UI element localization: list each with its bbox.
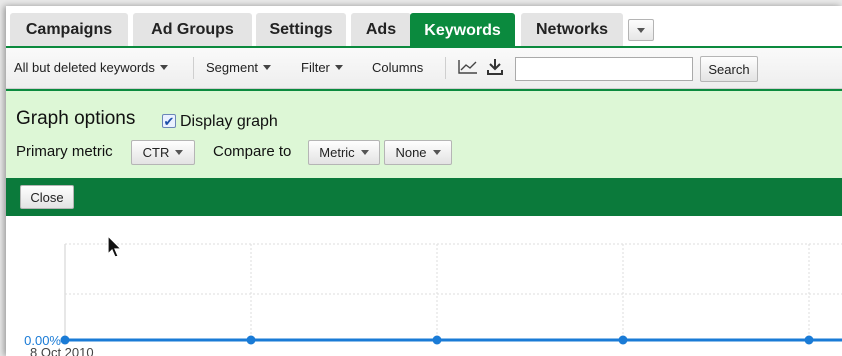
primary-metric-select[interactable]: CTR <box>131 140 195 165</box>
chevron-down-icon <box>637 27 645 33</box>
columns-button[interactable]: Columns <box>372 60 423 75</box>
chevron-down-icon <box>334 65 343 70</box>
data-point <box>246 335 256 345</box>
line-graph-icon[interactable] <box>457 58 479 76</box>
tab-label: Ad Groups <box>151 20 234 38</box>
divider <box>445 57 446 79</box>
chevron-down-icon <box>432 150 441 155</box>
divider <box>193 57 194 79</box>
tab-settings[interactable]: Settings <box>256 13 346 46</box>
download-icon[interactable] <box>486 58 504 76</box>
tab-label: Campaigns <box>25 20 113 38</box>
tab-networks[interactable]: Networks <box>521 13 623 46</box>
search-button[interactable]: Search <box>700 56 758 82</box>
tab-ads[interactable]: Ads <box>351 13 411 46</box>
segment-dropdown[interactable]: Segment <box>206 60 272 75</box>
graph-options-panel: Graph options ✔ Display graph Primary me… <box>6 89 842 178</box>
chart-svg: 0.00%8 Oct 2010 <box>24 243 842 356</box>
data-point <box>60 335 70 345</box>
tab-label: Settings <box>269 20 333 38</box>
more-tabs-dropdown[interactable] <box>628 19 654 41</box>
tab-label: Keywords <box>424 21 501 39</box>
data-point <box>618 335 628 345</box>
close-button-label: Close <box>30 189 64 205</box>
tab-ad-groups[interactable]: Ad Groups <box>133 13 252 46</box>
primary-metric-value: CTR <box>142 145 170 160</box>
filter-dropdown[interactable]: Filter <box>301 60 343 75</box>
chevron-down-icon <box>175 150 184 155</box>
columns-label: Columns <box>372 60 424 75</box>
compare-metric-value: Metric <box>319 145 355 160</box>
primary-metric-label: Primary metric <box>16 143 113 160</box>
search-input[interactable] <box>515 57 693 81</box>
adwords-window: Campaigns Ad Groups Settings Ads Keyword… <box>6 6 842 356</box>
ctr-chart: 0.00% 8 Oct 2010 <box>6 216 842 356</box>
view-filter-label: All but deleted keywords <box>14 60 155 75</box>
chevron-down-icon <box>263 65 272 70</box>
tab-campaigns[interactable]: Campaigns <box>10 13 128 46</box>
chevron-down-icon <box>159 65 168 70</box>
compare-none-value: None <box>395 145 427 160</box>
filter-label: Filter <box>301 60 330 75</box>
tab-label: Ads <box>365 20 397 38</box>
display-graph-checkbox[interactable]: ✔ <box>162 114 176 128</box>
mouse-cursor-icon <box>107 234 123 258</box>
tab-keywords[interactable]: Keywords <box>410 13 515 48</box>
compare-to-label: Compare to <box>213 143 292 160</box>
segment-label: Segment <box>206 60 259 75</box>
close-button[interactable]: Close <box>20 185 74 209</box>
data-point <box>804 335 814 345</box>
chevron-down-icon <box>360 150 369 155</box>
search-button-label: Search <box>708 61 750 77</box>
data-point <box>432 335 442 345</box>
display-graph-label: Display graph <box>180 113 278 130</box>
checkmark-icon: ✔ <box>163 113 175 129</box>
compare-none-select[interactable]: None <box>384 140 452 165</box>
graph-options-title: Graph options <box>16 108 136 129</box>
tab-label: Networks <box>535 20 609 38</box>
graph-close-bar: Close <box>6 178 842 216</box>
view-filter-dropdown[interactable]: All but deleted keywords <box>14 60 168 75</box>
tab-bar: Campaigns Ad Groups Settings Ads Keyword… <box>6 6 842 48</box>
x-tick-label: 8 Oct 2010 <box>30 345 94 356</box>
compare-metric-select[interactable]: Metric <box>308 140 380 165</box>
